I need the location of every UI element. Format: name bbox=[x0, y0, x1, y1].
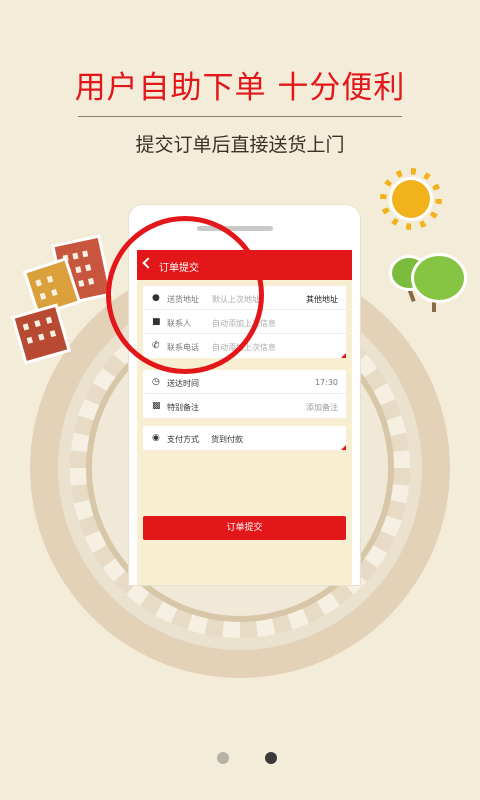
title-divider bbox=[78, 116, 402, 117]
pager-dot-2-active[interactable] bbox=[265, 752, 277, 764]
highlight-circle bbox=[106, 216, 264, 374]
subheadline: 提交订单后直接送货上门 bbox=[135, 134, 345, 156]
list-item-special-note[interactable]: ▩ 特别备注 添加备注 bbox=[143, 394, 346, 418]
pager-dot-1[interactable] bbox=[217, 752, 229, 764]
submit-order-button[interactable]: 订单提交 bbox=[143, 516, 346, 540]
wallet-icon: ◉ bbox=[152, 433, 160, 443]
list-item-delivery-time[interactable]: ◷ 送达时间 17:30 bbox=[143, 370, 346, 394]
payment-card: ◉ 支付方式 货到付款 bbox=[143, 426, 346, 450]
chat-bubble-icon: ▩ bbox=[152, 401, 161, 411]
list-item-payment-method[interactable]: ◉ 支付方式 货到付款 bbox=[143, 426, 346, 450]
delivery-time-value: 17:30 bbox=[314, 378, 338, 387]
delivery-card: ◷ 送达时间 17:30 ▩ 特别备注 添加备注 bbox=[143, 370, 346, 418]
row-label: 送达时间 bbox=[167, 379, 199, 388]
sun-icon bbox=[392, 180, 430, 218]
clock-icon: ◷ bbox=[152, 377, 160, 387]
headline: 用户自助下单 十分便利 bbox=[74, 70, 406, 106]
row-label: 支付方式 bbox=[167, 435, 199, 444]
payment-method-value: 货到付款 bbox=[211, 435, 243, 444]
other-address-link[interactable]: 其他地址 bbox=[306, 294, 338, 305]
add-note-link[interactable]: 添加备注 bbox=[306, 402, 338, 413]
row-label: 特别备注 bbox=[167, 403, 199, 412]
corner-marker bbox=[341, 353, 346, 358]
corner-marker bbox=[341, 445, 346, 450]
